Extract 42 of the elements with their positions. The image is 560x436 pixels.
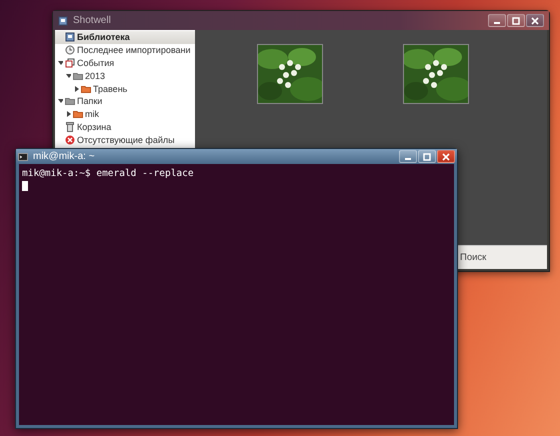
sidebar-item[interactable]: Последнее импортировани [55, 44, 195, 57]
close-icon [531, 16, 539, 24]
maximize-icon [423, 152, 431, 160]
folder-icon [73, 70, 83, 81]
minimize-icon [494, 22, 500, 24]
maximize-button[interactable] [418, 150, 436, 163]
calendar-icon [65, 58, 75, 68]
window-title: Shotwell [73, 15, 112, 26]
sidebar-item[interactable]: mik [55, 108, 195, 121]
sidebar-item[interactable]: Корзина [55, 120, 195, 134]
folder-icon [81, 84, 91, 94]
sidebar-item[interactable]: Библиотека [55, 31, 195, 44]
minimize-button[interactable] [488, 14, 506, 27]
trash-icon [65, 122, 75, 132]
expander-icon[interactable] [74, 86, 79, 92]
sidebar-item[interactable]: Папки [55, 94, 195, 108]
sidebar-item[interactable]: Травень [55, 82, 195, 95]
clock-icon [65, 45, 75, 56]
expander-icon[interactable] [58, 98, 63, 104]
sidebar-item[interactable]: События [55, 56, 195, 70]
maximize-button[interactable] [507, 14, 525, 27]
minimize-icon [405, 158, 411, 160]
close-button[interactable] [526, 14, 544, 27]
terminal-line: mik@mik-a:~$ emerald --replace [22, 168, 195, 180]
minimize-button[interactable] [399, 150, 417, 163]
close-icon [442, 152, 450, 160]
sidebar-item[interactable]: 2013 [55, 69, 195, 82]
search-label: Поиск [460, 252, 486, 263]
folder-icon [65, 96, 75, 106]
terminal-area[interactable]: mik@mik-a:~$ emerald --replace [19, 164, 454, 425]
close-button[interactable] [437, 150, 455, 163]
app-icon [58, 16, 68, 26]
text-cursor [22, 181, 28, 191]
terminal-icon [18, 152, 28, 160]
sidebar-item[interactable]: Отсутствующие файлы [55, 133, 195, 146]
maximize-icon [512, 16, 520, 24]
expander-icon[interactable] [66, 72, 71, 79]
expander-icon[interactable] [66, 111, 71, 118]
folder-icon [73, 109, 83, 120]
expander-icon[interactable] [58, 60, 63, 66]
error-icon [65, 134, 75, 145]
window-title: mik@mik-a: ~ [33, 151, 96, 162]
